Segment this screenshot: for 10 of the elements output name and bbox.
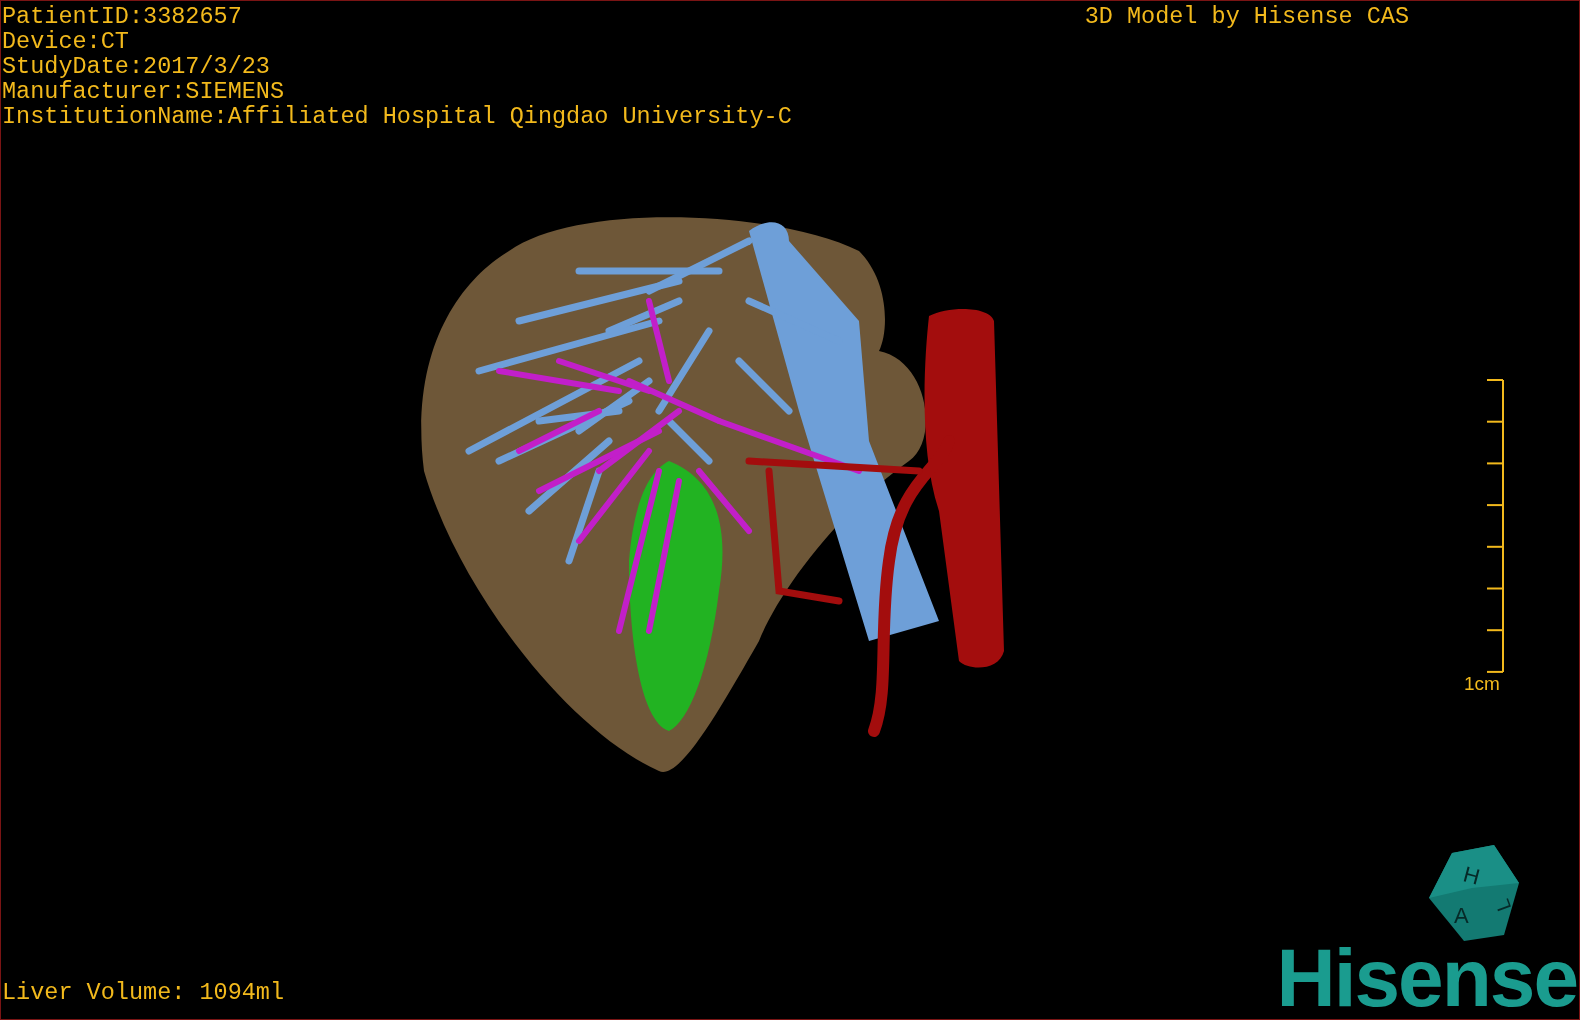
dicom-info-text: PatientID:3382657	[2, 4, 243, 29]
dicom-info-text: Manufacturer:SIEMENS	[2, 79, 286, 104]
viewer-title: 3D Model by Hisense CAS	[1084, 4, 1409, 32]
dicom-info-text: Device:CT	[2, 29, 130, 54]
dicom-info-text: StudyDate:2017/3/23	[2, 54, 271, 79]
hisense-logo: Hisense	[1276, 943, 1577, 1019]
orientation-cube[interactable]: H A L	[1429, 845, 1519, 941]
liver-volume-text: Liver Volume: 1094ml	[1, 980, 285, 1008]
dicom-info-text: InstitutionName:Affiliated Hospital Qingdao University-C	[2, 104, 792, 129]
scale-label: 1cm	[1464, 673, 1500, 695]
